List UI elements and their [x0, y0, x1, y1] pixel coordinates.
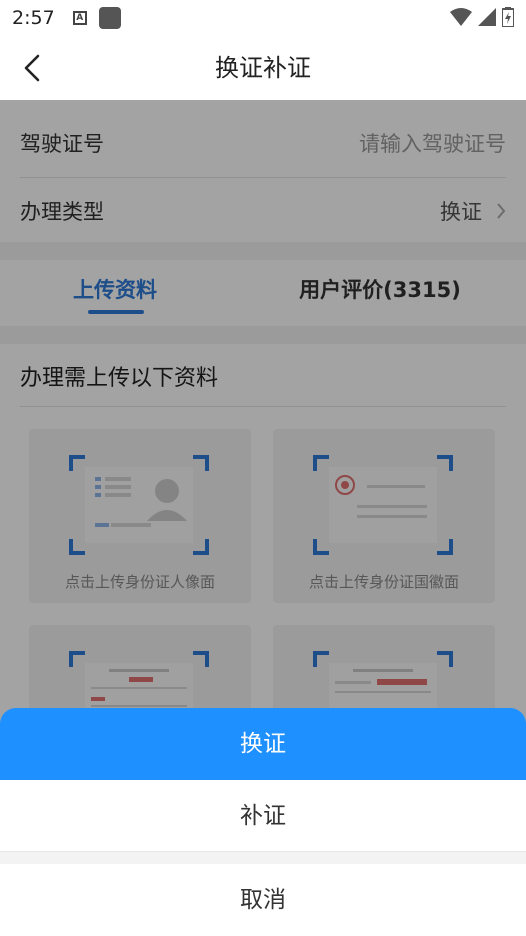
page-title: 换证补证: [215, 54, 311, 82]
back-arrow-icon: [24, 54, 40, 82]
status-time: 2:57: [12, 7, 55, 29]
status-right: [450, 7, 514, 27]
sheet-divider: [0, 852, 526, 864]
back-button[interactable]: [14, 50, 50, 86]
action-sheet: 换证 补证 取消: [0, 708, 526, 936]
replace-license-option[interactable]: 补证: [0, 780, 526, 852]
cancel-button[interactable]: 取消: [0, 864, 526, 936]
status-bar: 2:57 A: [0, 0, 526, 36]
signal-icon: [478, 8, 496, 26]
wifi-icon: [450, 8, 472, 26]
notification-a-icon: A: [72, 11, 87, 25]
renew-license-option[interactable]: 换证: [0, 708, 526, 780]
nav-bar: 换证补证: [0, 36, 526, 100]
battery-icon: [502, 7, 514, 27]
notification-app-icon: [98, 7, 121, 29]
